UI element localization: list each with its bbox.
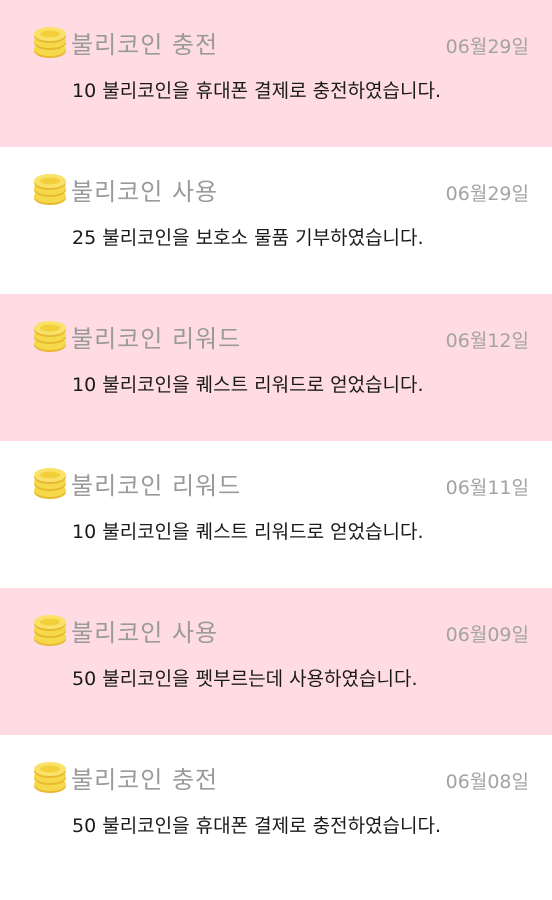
- history-title: 불리코인 충전: [71, 766, 219, 794]
- coin-stack-icon: [34, 762, 66, 793]
- history-description: 10 불리코인을 퀘스트 리워드로 얻었습니다.: [72, 374, 424, 396]
- coin-history-list: 불리코인 충전 06월29일 10 불리코인을 휴대폰 결제로 충전하였습니다.…: [0, 0, 552, 900]
- history-title: 불리코인 리워드: [71, 472, 242, 500]
- history-item-4[interactable]: 불리코인 리워드 06월11일 10 불리코인을 퀘스트 리워드로 얻었습니다.: [0, 441, 552, 588]
- coin-stack-icon: [34, 615, 66, 646]
- coin-stack-icon: [34, 321, 66, 352]
- history-title: 불리코인 충전: [71, 31, 219, 59]
- history-date: 06월08일: [445, 771, 529, 793]
- history-title: 불리코인 리워드: [71, 325, 242, 353]
- history-item-2[interactable]: 불리코인 사용 06월29일 25 불리코인을 보호소 물품 기부하였습니다.: [0, 147, 552, 294]
- history-item-5[interactable]: 불리코인 사용 06월09일 50 불리코인을 펫부르는데 사용하였습니다.: [0, 588, 552, 735]
- history-description: 25 불리코인을 보호소 물품 기부하였습니다.: [72, 227, 424, 249]
- history-description: 50 불리코인을 휴대폰 결제로 충전하였습니다.: [72, 815, 442, 837]
- history-item-1[interactable]: 불리코인 충전 06월29일 10 불리코인을 휴대폰 결제로 충전하였습니다.: [0, 0, 552, 147]
- history-description: 50 불리코인을 펫부르는데 사용하였습니다.: [72, 668, 418, 690]
- history-description: 10 불리코인을 휴대폰 결제로 충전하였습니다.: [72, 80, 442, 102]
- history-date: 06월12일: [445, 330, 529, 352]
- history-date: 06월29일: [445, 36, 529, 58]
- history-date: 06월11일: [445, 477, 529, 499]
- history-date: 06월29일: [445, 183, 529, 205]
- coin-stack-icon: [34, 174, 66, 205]
- history-description: 10 불리코인을 퀘스트 리워드로 얻었습니다.: [72, 521, 424, 543]
- history-title: 불리코인 사용: [71, 619, 219, 647]
- coin-stack-icon: [34, 27, 66, 58]
- history-item-3[interactable]: 불리코인 리워드 06월12일 10 불리코인을 퀘스트 리워드로 얻었습니다.: [0, 294, 552, 441]
- history-date: 06월09일: [445, 624, 529, 646]
- coin-stack-icon: [34, 468, 66, 499]
- history-title: 불리코인 사용: [71, 178, 219, 206]
- history-item-6[interactable]: 불리코인 충전 06월08일 50 불리코인을 휴대폰 결제로 충전하였습니다.: [0, 735, 552, 882]
